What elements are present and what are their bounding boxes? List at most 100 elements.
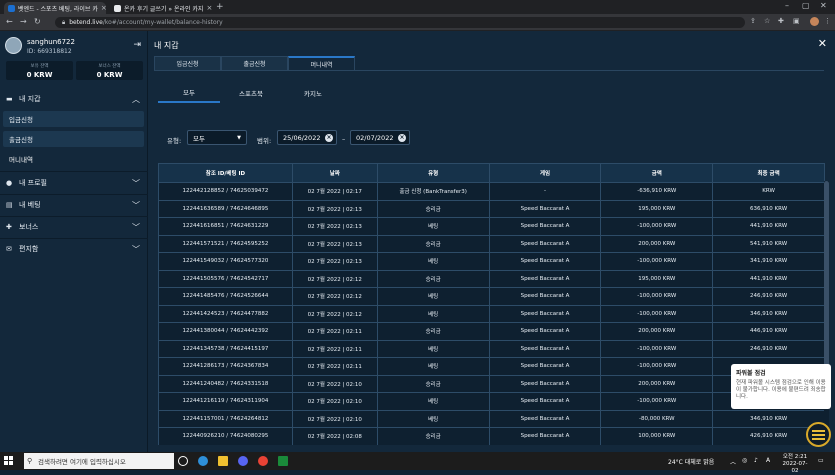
back-icon[interactable]: ← xyxy=(6,17,13,26)
table-header-row: 참조 ID/베팅 ID 날짜 유형 게임 금액 최종 금액 xyxy=(158,163,825,183)
bookmark-star-icon[interactable]: ☆ xyxy=(764,17,770,25)
gift-icon: ✚ xyxy=(6,223,12,231)
notification-icon[interactable]: ▭ xyxy=(818,457,824,464)
table-row: 122441505576 / 74624542717 02 7월 2022 | 0… xyxy=(158,269,825,288)
table-cell: 02 7월 2022 | 02:10 xyxy=(291,374,378,393)
browser-tab-active[interactable]: 벳엔드 - 스포츠 베팅, 라이브 카 × xyxy=(4,2,106,14)
table-row: 122441345738 / 74624415197 02 7월 2022 | 0… xyxy=(158,339,825,358)
chrome-icon[interactable] xyxy=(258,456,268,466)
type-filter-label: 유형: xyxy=(167,137,182,145)
table-cell: -100,000 KRW xyxy=(600,287,714,306)
browser-menu-icon[interactable]: ⋮ xyxy=(824,17,831,25)
table-row: 122441216119 / 74624311904 02 7월 2022 | 0… xyxy=(158,392,825,411)
share-icon[interactable]: ⇪ xyxy=(750,17,756,25)
sidebar-item-profile[interactable]: ● 내 프로필 ﹀ xyxy=(0,173,148,193)
tab-withdraw[interactable]: 출금신청 xyxy=(221,56,288,70)
history-table-container[interactable]: 참조 ID/베팅 ID 날짜 유형 게임 금액 최종 금액 1224421288… xyxy=(158,163,825,445)
window-close-icon[interactable]: ✕ xyxy=(820,1,827,10)
table-cell: Speed Baccarat A xyxy=(488,339,602,358)
table-cell: 200,000 KRW xyxy=(600,322,714,341)
tab-close-icon[interactable]: × xyxy=(203,4,212,12)
file-explorer-icon[interactable] xyxy=(218,456,228,466)
clear-date-to-icon[interactable]: × xyxy=(398,134,406,142)
network-icon[interactable]: ◎ xyxy=(742,457,747,464)
table-row: 122441549032 / 74624577320 02 7월 2022 | 0… xyxy=(158,252,825,271)
logout-icon[interactable]: ⇥ xyxy=(133,40,141,50)
sidepanel-icon[interactable]: ▣ xyxy=(793,17,800,25)
tab-deposit[interactable]: 입금신청 xyxy=(154,56,221,70)
browser-tab[interactable]: 온카 후기 글쓰기 » 온라인 카지 × xyxy=(110,2,212,14)
sidebar-item-wallet[interactable]: ▬ 내 지갑 ︿ xyxy=(0,89,148,109)
sidebar-subitem-deposit[interactable]: 입금신청 xyxy=(3,111,144,127)
sidebar-subitem-label: 입금신청 xyxy=(9,116,33,124)
tab-money-history[interactable]: 머니내역 xyxy=(288,56,355,70)
reload-icon[interactable]: ↻ xyxy=(34,17,41,26)
table-cell: Speed Baccarat A xyxy=(488,287,602,306)
new-tab-icon[interactable]: + xyxy=(216,2,224,12)
table-cell: Speed Baccarat A xyxy=(488,409,602,428)
subtab-sportsbook[interactable]: 스포츠북 xyxy=(220,83,282,103)
url-path: /ko#/account/my-wallet/balance-history xyxy=(102,19,223,26)
close-icon[interactable]: ✕ xyxy=(818,37,827,50)
table-cell: 02 7월 2022 | 02:13 xyxy=(291,217,378,236)
table-cell: -100,000 KRW xyxy=(600,304,714,323)
sidebar-item-label: 보너스 xyxy=(19,223,39,231)
sidebar-item-inbox[interactable]: ✉ 편지함 ﹀ xyxy=(0,239,148,259)
ime-icon[interactable]: A xyxy=(766,457,770,464)
table-cell: 122441286173 / 74624367834 xyxy=(158,357,293,376)
table-cell: 122440926210 / 74624080295 xyxy=(158,427,293,445)
edge-browser-icon[interactable] xyxy=(198,456,208,466)
table-row: 122441286173 / 74624367834 02 7월 2022 | 0… xyxy=(158,357,825,376)
table-cell: Speed Baccarat A xyxy=(488,427,602,445)
column-header: 게임 xyxy=(488,163,602,183)
sidebar-subitem-withdraw[interactable]: 출금신청 xyxy=(3,131,144,147)
table-cell: 베팅 xyxy=(376,339,490,358)
date-to-input[interactable]: 02/07/2022 × xyxy=(350,130,410,145)
table-cell: 승리금 xyxy=(376,234,490,253)
subtab-all[interactable]: 모두 xyxy=(158,83,220,103)
table-cell: 베팅 xyxy=(376,392,490,411)
table-cell: 122441345738 / 74624415197 xyxy=(158,339,293,358)
discord-icon[interactable] xyxy=(238,456,248,466)
clock[interactable]: 오전 2:21 2022-07-02 xyxy=(780,454,810,475)
taskbar-search-field[interactable]: ⚲ 검색하려면 여기에 입력하십시오 xyxy=(24,453,174,469)
windows-start-icon[interactable] xyxy=(4,456,14,466)
subtab-casino[interactable]: 카지노 xyxy=(282,83,344,103)
table-cell: 02 7월 2022 | 02:11 xyxy=(291,322,378,341)
table-cell: 02 7월 2022 | 02:08 xyxy=(291,427,378,445)
volume-icon[interactable]: ♪ xyxy=(754,457,758,464)
table-row: 122441616851 / 74624631229 02 7월 2022 | 0… xyxy=(158,217,825,236)
tab-close-icon[interactable]: × xyxy=(98,4,106,12)
forward-icon[interactable]: → xyxy=(20,17,27,26)
sidebar-item-bonus[interactable]: ✚ 보너스 ﹀ xyxy=(0,217,148,237)
type-select[interactable]: 모두 ▼ xyxy=(187,130,247,145)
sidebar-item-bets[interactable]: ▤ 내 베팅 ﹀ xyxy=(0,195,148,215)
sidebar-item-label: 내 지갑 xyxy=(19,95,41,103)
table-cell: 446,910 KRW xyxy=(712,322,825,341)
profile-avatar-icon[interactable] xyxy=(810,17,819,26)
sidebar-subitem-money-history[interactable]: 머니내역 xyxy=(3,151,144,167)
table-cell: 122441549032 / 74624577320 xyxy=(158,252,293,271)
tray-chevron-icon[interactable]: ︿ xyxy=(730,457,736,466)
user-header: sanghun6722 ID: 669318812 ⇥ xyxy=(5,37,145,57)
scrollbar-thumb[interactable] xyxy=(824,181,829,391)
sidebar-item-label: 편지함 xyxy=(19,245,39,253)
kakaotalk-icon[interactable] xyxy=(278,456,288,466)
table-cell: 122441505576 / 74624542717 xyxy=(158,269,293,288)
table-cell: Speed Baccarat A xyxy=(488,374,602,393)
date-from-input[interactable]: 25/06/2022 × xyxy=(277,130,337,145)
minimize-icon[interactable]: – xyxy=(785,1,789,10)
clear-date-from-icon[interactable]: × xyxy=(325,134,333,142)
extensions-icon[interactable]: ✚ xyxy=(778,17,784,25)
maintenance-toast[interactable]: 파워볼 점검 현재 파워볼 시스템 점검으로 인해 이용이 불가합니다. 이용에… xyxy=(731,364,831,409)
tab-title: 온카 후기 글쓰기 » 온라인 카지 xyxy=(124,5,204,13)
url-field[interactable]: 🔒︎ betend.live/ko#/account/my-wallet/bal… xyxy=(55,17,745,28)
url-host: betend.live xyxy=(69,19,103,26)
table-cell: 승리금 xyxy=(376,322,490,341)
table-row: 122441157001 / 74624264812 02 7월 2022 | 0… xyxy=(158,409,825,428)
table-cell: 승리금 xyxy=(376,269,490,288)
task-view-icon[interactable] xyxy=(178,456,188,466)
weather-status[interactable]: 24°C 대체로 맑음 xyxy=(668,457,714,466)
maximize-icon[interactable]: ▢ xyxy=(802,1,810,10)
chat-widget-icon[interactable] xyxy=(806,422,831,447)
